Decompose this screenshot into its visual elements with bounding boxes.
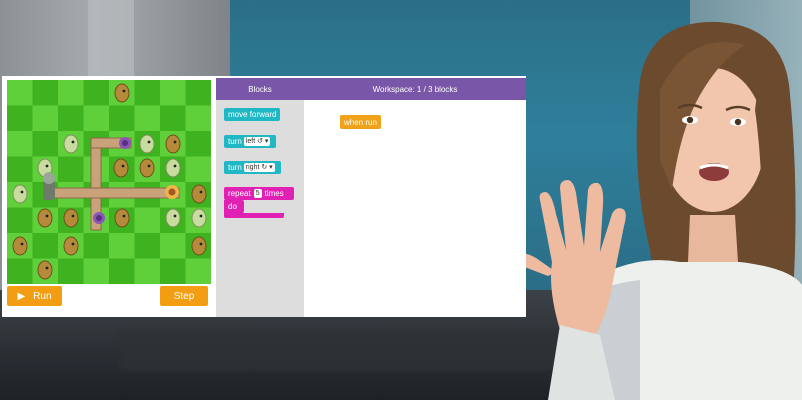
step-button[interactable]: Step bbox=[160, 286, 208, 306]
wallnut-obstacle-icon bbox=[37, 208, 53, 228]
zombie-character-icon bbox=[43, 172, 55, 200]
move-forward-label: move forward bbox=[228, 110, 277, 119]
squash-obstacle-icon bbox=[165, 158, 181, 178]
squash-obstacle-icon bbox=[191, 208, 207, 228]
obstacle-eye-icon bbox=[173, 164, 177, 168]
wallnut-obstacle-icon bbox=[113, 158, 129, 178]
wallnut-obstacle-icon bbox=[139, 158, 155, 178]
obstacle-eye-icon bbox=[121, 164, 125, 168]
obstacle-eye-icon bbox=[199, 190, 203, 194]
obstacle-eye-icon bbox=[173, 140, 177, 144]
squash-obstacle-icon bbox=[63, 134, 79, 154]
maze-panel: ▶ Run Step bbox=[2, 76, 216, 317]
turn-left-dropdown[interactable]: left ↺ ▾ bbox=[243, 137, 271, 146]
step-label: Step bbox=[173, 290, 195, 302]
obstacle-eye-icon bbox=[199, 214, 203, 218]
obstacle-eye-icon bbox=[71, 140, 75, 144]
wallnut-obstacle-icon bbox=[191, 236, 207, 256]
background-window bbox=[690, 0, 802, 300]
code-game-app-panel: ▶ Run Step Blocks move forward turn left… bbox=[2, 76, 526, 317]
obstacle-eye-icon bbox=[45, 214, 49, 218]
obstacle-eye-icon bbox=[71, 214, 75, 218]
obstacle-eye-icon bbox=[173, 214, 177, 218]
obstacle-eye-icon bbox=[147, 140, 151, 144]
sunflower-goal-icon bbox=[165, 185, 179, 199]
turn-left-block[interactable]: turn left ↺ ▾ bbox=[224, 135, 277, 148]
obstacle-eye-icon bbox=[45, 266, 49, 270]
wallnut-obstacle-icon bbox=[114, 83, 130, 103]
wallnut-obstacle-icon bbox=[37, 260, 53, 280]
squash-obstacle-icon bbox=[139, 134, 155, 154]
obstacle-eye-icon bbox=[147, 164, 151, 168]
obstacle-eye-icon bbox=[45, 164, 49, 168]
squash-obstacle-icon bbox=[165, 208, 181, 228]
turn-right-prefix: turn bbox=[228, 163, 242, 172]
toolbox-header: Blocks bbox=[216, 78, 304, 100]
maze-board bbox=[7, 80, 211, 284]
move-forward-block[interactable]: move forward bbox=[224, 108, 281, 121]
turn-right-block[interactable]: turn right ↻ ▾ bbox=[224, 161, 281, 174]
background-desk bbox=[120, 330, 640, 370]
run-label: Run bbox=[33, 290, 52, 302]
wallnut-obstacle-icon bbox=[114, 208, 130, 228]
repeat-suffix: times bbox=[264, 189, 284, 198]
squash-obstacle-icon bbox=[12, 184, 28, 204]
obstacle-eye-icon bbox=[199, 242, 203, 246]
turn-right-dropdown[interactable]: right ↻ ▾ bbox=[243, 163, 275, 172]
wallnut-obstacle-icon bbox=[191, 184, 207, 204]
turn-left-prefix: turn bbox=[228, 137, 242, 146]
peashooter-icon bbox=[93, 212, 105, 224]
repeat-count-field[interactable]: 5 bbox=[253, 189, 262, 198]
run-button[interactable]: ▶ Run bbox=[7, 286, 62, 306]
wallnut-obstacle-icon bbox=[12, 236, 28, 256]
obstacle-eye-icon bbox=[122, 89, 126, 93]
when-run-block[interactable]: when run bbox=[340, 115, 381, 129]
repeat-block[interactable]: repeat 5 times do bbox=[224, 187, 294, 219]
when-run-label: when run bbox=[344, 117, 377, 127]
play-icon: ▶ bbox=[17, 290, 26, 302]
wallnut-obstacle-icon bbox=[63, 236, 79, 256]
obstacle-eye-icon bbox=[71, 242, 75, 246]
blocks-toolbox: Blocks move forward turn left ↺ ▾ turn r… bbox=[216, 78, 304, 317]
do-label: do bbox=[228, 202, 237, 211]
wallnut-obstacle-icon bbox=[165, 134, 181, 154]
peashooter-icon bbox=[119, 137, 131, 149]
workspace[interactable]: Workspace: 1 / 3 blocks when run bbox=[304, 78, 526, 317]
repeat-prefix: repeat bbox=[228, 189, 251, 198]
wallnut-obstacle-icon bbox=[63, 208, 79, 228]
obstacle-eye-icon bbox=[20, 242, 24, 246]
workspace-header: Workspace: 1 / 3 blocks bbox=[304, 78, 526, 100]
obstacle-eye-icon bbox=[20, 190, 24, 194]
obstacle-eye-icon bbox=[122, 214, 126, 218]
